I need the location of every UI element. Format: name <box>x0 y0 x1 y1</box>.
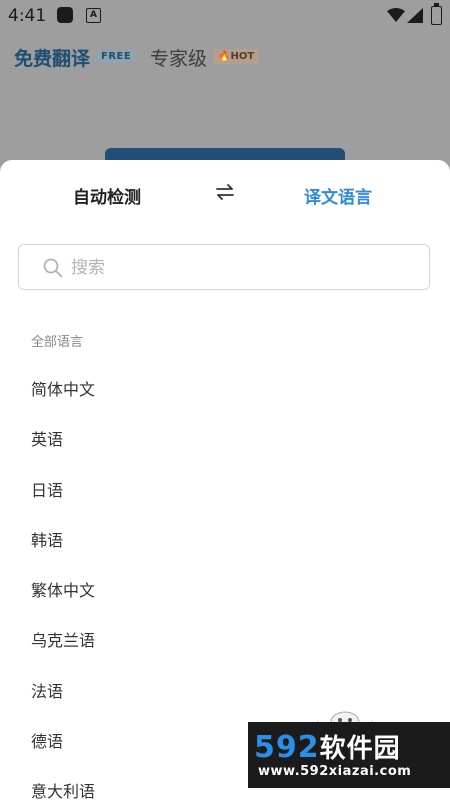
language-item[interactable]: 英语 <box>0 415 450 465</box>
swap-arrows-icon[interactable] <box>215 184 235 200</box>
site-watermark: 592软件园 www.592xiazai.com <box>248 722 450 788</box>
status-bar: 4:41 A <box>0 0 450 32</box>
target-language-button[interactable]: 译文语言 <box>304 183 372 208</box>
language-selector-bar: 自动检测 译文语言 <box>0 160 450 228</box>
language-item[interactable]: 韩语 <box>0 516 450 566</box>
a-notification-icon: A <box>86 8 101 23</box>
background-header: 免费翻译 FREE 专家级 🔥HOT <box>0 32 450 92</box>
language-item[interactable]: 简体中文 <box>0 365 450 415</box>
watermark-url: www.592xiazai.com <box>258 764 412 779</box>
free-badge: FREE <box>97 50 136 63</box>
battery-icon <box>431 3 442 25</box>
all-languages-label: 全部语言 <box>31 335 84 350</box>
search-icon <box>43 258 63 278</box>
language-item[interactable]: 乌克兰语 <box>0 616 450 666</box>
watermark-logo: 592软件园 <box>254 730 401 765</box>
language-search-box[interactable] <box>18 244 430 290</box>
language-picker-sheet: 自动检测 译文语言 全部语言 简体中文 英语 日语 韩语 繁体中文 乌克兰语 法… <box>0 160 450 800</box>
language-item[interactable]: 繁体中文 <box>0 566 450 616</box>
expert-translate-tab[interactable]: 专家级 <box>150 44 207 71</box>
signal-icon <box>407 8 423 23</box>
wifi-icon <box>387 8 405 22</box>
free-translate-tab[interactable]: 免费翻译 <box>14 44 90 71</box>
notification-icon <box>57 7 73 23</box>
language-item[interactable]: 日语 <box>0 466 450 516</box>
source-language-button[interactable]: 自动检测 <box>73 183 141 208</box>
search-input[interactable] <box>69 253 413 283</box>
status-time: 4:41 <box>8 6 47 26</box>
hot-badge: 🔥HOT <box>213 49 260 64</box>
